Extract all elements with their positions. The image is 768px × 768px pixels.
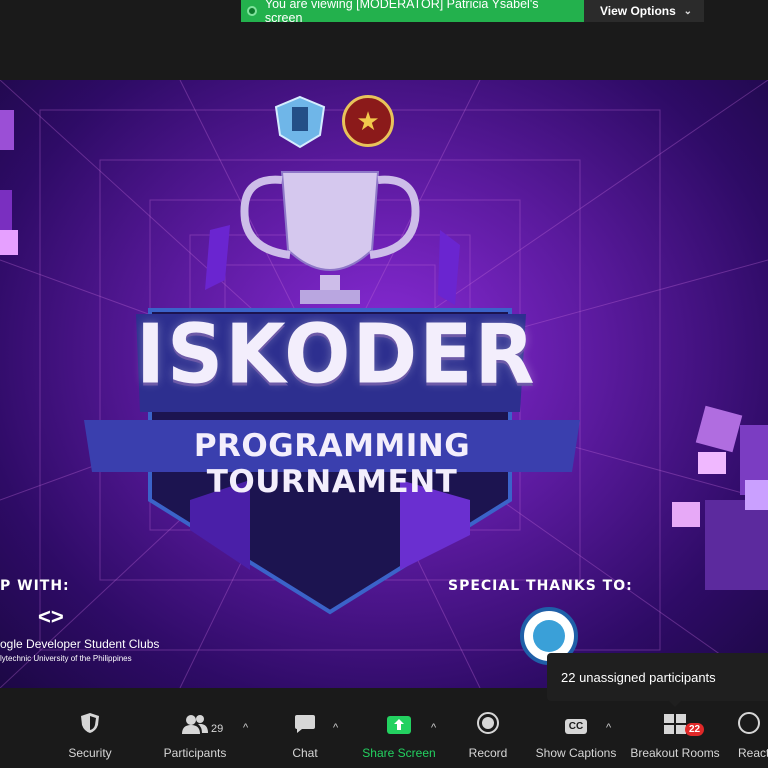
chevron-down-icon: ⌄ xyxy=(683,5,692,17)
view-options-label: View Options xyxy=(600,4,676,18)
share-screen-label: Share Screen xyxy=(362,746,436,760)
special-thanks-heading: SPECIAL THANKS TO: xyxy=(448,578,633,594)
university-seal-star-icon: ★ xyxy=(342,95,394,147)
decorative-cubes-right xyxy=(672,405,768,590)
view-options-button[interactable]: View Options ⌄ xyxy=(584,0,704,22)
breakout-rooms-label: Breakout Rooms xyxy=(630,746,720,760)
share-status-icon xyxy=(247,6,257,16)
participants-button[interactable]: Participants xyxy=(160,708,230,768)
tournament-subtitle: PROGRAMMING TOURNAMENT xyxy=(193,428,471,500)
record-label: Record xyxy=(468,746,508,760)
tournament-title: ISKODER xyxy=(136,307,537,403)
participants-caret-icon[interactable]: ^ xyxy=(243,722,248,734)
security-label: Security xyxy=(68,746,112,760)
share-screen-caret-icon[interactable]: ^ xyxy=(431,722,436,734)
captions-caret-icon[interactable]: ^ xyxy=(606,722,611,734)
reactions-label: Reacti xyxy=(738,746,768,760)
show-captions-label: Show Captions xyxy=(535,746,617,760)
breakout-rooms-icon xyxy=(664,708,686,738)
smile-icon xyxy=(738,708,760,738)
breakout-rooms-button[interactable]: Breakout Rooms xyxy=(628,708,722,768)
shared-screen: ★ ISKODER PROGRAMMING TOURNAMENT P WITH:… xyxy=(0,80,768,688)
record-icon xyxy=(477,708,499,738)
chat-icon xyxy=(294,708,316,738)
viewing-notice: You are viewing [MODERATOR] Patricia Ysa… xyxy=(241,0,584,25)
decorative-cubes-left xyxy=(0,110,18,255)
university-logo-left xyxy=(274,95,326,149)
screen-share-banner: You are viewing [MODERATOR] Patricia Ysa… xyxy=(241,0,704,25)
participants-label: Participants xyxy=(163,746,227,760)
show-captions-button[interactable]: CC Show Captions xyxy=(534,708,618,768)
share-screen-icon xyxy=(387,708,411,738)
zoom-meeting-window: { "banner": { "viewing_text": "You are v… xyxy=(0,0,768,768)
gdsc-school: lytechnic University of the Philippines xyxy=(0,654,132,663)
gdsc-logo-icon: <> xyxy=(38,604,64,629)
security-button[interactable]: Security xyxy=(62,708,118,768)
chat-caret-icon[interactable]: ^ xyxy=(333,722,338,734)
participants-icon xyxy=(182,708,208,738)
tooltip-text: 22 unassigned participants xyxy=(561,669,716,685)
captions-icon: CC xyxy=(564,708,588,738)
breakout-rooms-badge: 22 xyxy=(685,723,705,736)
partner-heading: P WITH: xyxy=(0,578,70,594)
meeting-toolbar: Security Participants 29 ^ Chat ^ Share … xyxy=(0,708,768,768)
trophy-icon xyxy=(240,171,420,304)
participants-count: 29 xyxy=(211,723,224,735)
shield-icon xyxy=(80,708,100,738)
viewing-text: You are viewing [MODERATOR] Patricia Ysa… xyxy=(264,0,539,25)
tooltip-arrow xyxy=(668,700,682,707)
chat-button[interactable]: Chat xyxy=(283,708,327,768)
chat-label: Chat xyxy=(292,746,318,760)
reactions-button[interactable]: Reacti xyxy=(738,708,768,768)
gdsc-name: ogle Developer Student Clubs xyxy=(0,637,160,651)
share-screen-button[interactable]: Share Screen xyxy=(360,708,438,768)
breakout-rooms-tooltip: 22 unassigned participants xyxy=(547,653,768,701)
record-button[interactable]: Record xyxy=(466,708,510,768)
